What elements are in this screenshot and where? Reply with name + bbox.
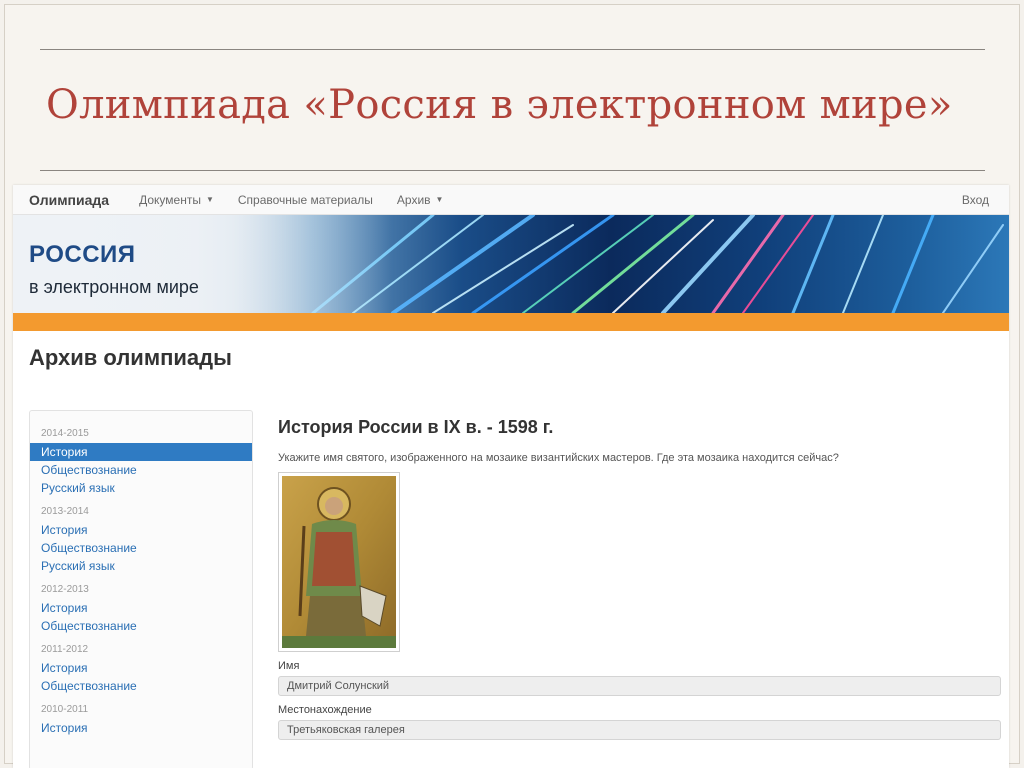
- nav-documents[interactable]: Документы ▼: [139, 193, 214, 207]
- top-divider: [40, 49, 985, 50]
- banner-orange-strip: [13, 313, 1009, 331]
- website-screenshot: Олимпиада Документы ▼ Справочные материа…: [13, 185, 1009, 768]
- mosaic-image: [278, 472, 400, 652]
- page-heading: Архив олимпиады: [29, 345, 232, 370]
- name-answer-field[interactable]: Дмитрий Солунский: [278, 676, 1001, 696]
- caret-down-icon: ▼: [205, 195, 214, 204]
- site-banner: РОССИЯ в электронном мире: [13, 215, 1009, 331]
- location-answer-field[interactable]: Третьяковская галерея: [278, 720, 1001, 740]
- nav-archive[interactable]: Архив ▼: [397, 193, 444, 207]
- login-link[interactable]: Вход: [962, 193, 989, 207]
- question-text: Укажите имя святого, изображенного на мо…: [278, 452, 839, 464]
- nav-reference-label: Справочные материалы: [237, 192, 373, 207]
- sidebar-item-social-studies[interactable]: Обществознание: [30, 539, 252, 557]
- banner-title: РОССИЯ: [29, 241, 136, 268]
- brand-link[interactable]: Олимпиада: [29, 192, 109, 208]
- sidebar-item-social-studies[interactable]: Обществознание: [30, 617, 252, 635]
- sidebar-item-history-active[interactable]: История: [30, 443, 252, 461]
- saint-mosaic-picture: [282, 476, 396, 648]
- year-label: 2012-2013: [41, 584, 89, 595]
- year-label: 2014-2015: [41, 428, 89, 439]
- slide-title: Олимпиада «Россия в электронном мире»: [46, 82, 953, 128]
- caret-down-icon: ▼: [435, 195, 444, 204]
- name-field-label: Имя: [278, 660, 300, 672]
- banner-light-streaks: [13, 215, 1009, 313]
- year-label: 2013-2014: [41, 506, 89, 517]
- sidebar-item-russian[interactable]: Русский язык: [30, 557, 252, 575]
- sidebar-item-social-studies[interactable]: Обществознание: [30, 677, 252, 695]
- sidebar-item-russian[interactable]: Русский язык: [30, 479, 252, 497]
- nav-documents-label: Документы: [139, 192, 201, 207]
- banner-subtitle: в электронном мире: [29, 277, 199, 297]
- sidebar-item-history[interactable]: История: [30, 659, 252, 677]
- bottom-divider: [40, 170, 985, 171]
- sidebar-item-social-studies[interactable]: Обществознание: [30, 461, 252, 479]
- sidebar-item-history[interactable]: История: [30, 719, 252, 737]
- nav-archive-label: Архив: [396, 192, 431, 207]
- question-panel: История России в IX в. - 1598 г. Укажите…: [278, 417, 1002, 740]
- sidebar-item-history[interactable]: История: [30, 599, 252, 617]
- year-label: 2011-2012: [41, 644, 89, 655]
- location-field-label: Местонахождение: [278, 704, 372, 716]
- nav-reference-materials[interactable]: Справочные материалы: [238, 193, 373, 207]
- sidebar-item-history[interactable]: История: [30, 521, 252, 539]
- archive-sidebar: 2014-2015 История Обществознание Русский…: [29, 410, 253, 768]
- year-label: 2010-2011: [41, 704, 89, 715]
- top-navbar: Олимпиада Документы ▼ Справочные материа…: [13, 185, 1009, 215]
- question-title: История России в IX в. - 1598 г.: [278, 417, 554, 437]
